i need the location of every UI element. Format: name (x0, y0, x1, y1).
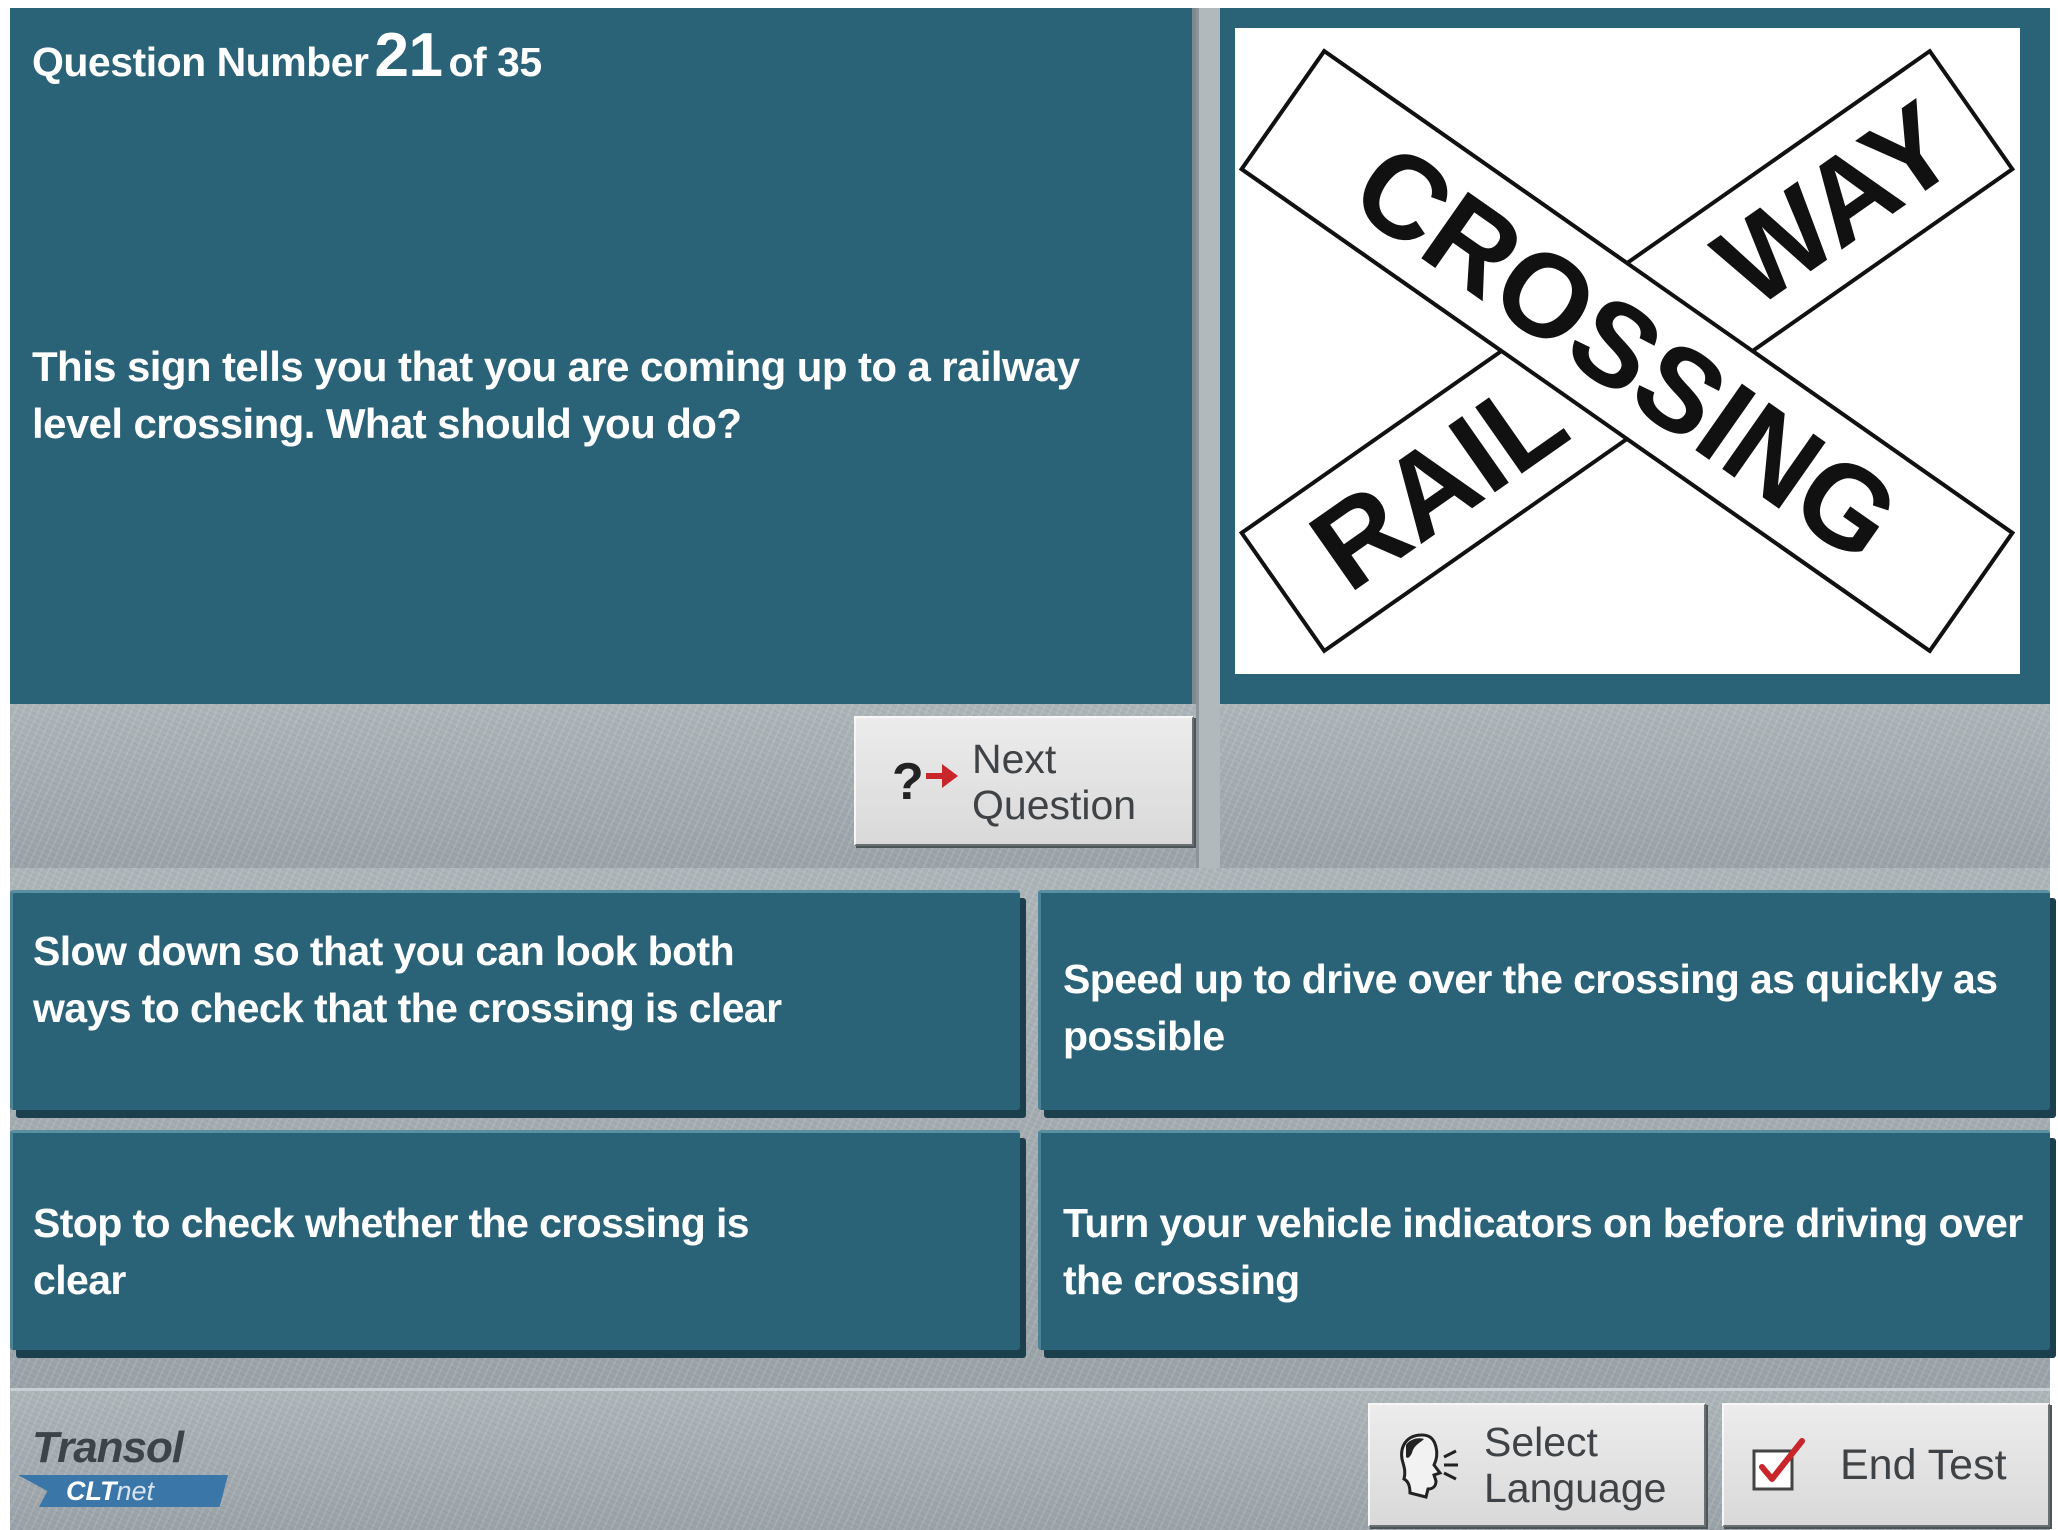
language-label-line2: Language (1484, 1465, 1667, 1511)
logo-sub-text: CLTnet (66, 1476, 154, 1507)
logo-main-text: Transol (32, 1423, 184, 1472)
answer-text: Turn your vehicle indicators on before d… (1063, 1200, 2023, 1303)
answer-grid: Slow down so that you can look both ways… (10, 868, 2050, 1388)
question-total: of 35 (448, 39, 542, 85)
select-language-label: Select Language (1484, 1419, 1666, 1511)
next-question-button[interactable]: ? Next Question (854, 716, 1194, 846)
question-mark-icon: ? (892, 753, 924, 811)
question-prefix: Question Number (32, 39, 369, 85)
select-language-button[interactable]: Select Language (1368, 1403, 1706, 1527)
answer-option-2[interactable]: Speed up to drive over the crossing as q… (1038, 890, 2050, 1110)
question-panel: Question Number21 of 35 This sign tells y… (10, 8, 1196, 704)
answer-text: Speed up to drive over the crossing as q… (1063, 956, 1998, 1059)
answer-option-3[interactable]: Stop to check whether the crossing is cl… (10, 1130, 1020, 1350)
footer-bar: Transol CLTnet Select Language End Test (10, 1388, 2050, 1530)
answer-option-4[interactable]: Turn your vehicle indicators on before d… (1038, 1130, 2050, 1350)
end-test-button[interactable]: End Test (1722, 1403, 2050, 1527)
next-label-line2: Question (972, 782, 1137, 828)
answer-text: Slow down so that you can look both ways… (33, 928, 782, 1031)
question-number: 21 (374, 21, 443, 90)
end-test-label: End Test (1840, 1441, 2007, 1489)
next-question-label: Next Question (972, 736, 1136, 828)
checkbox-check-icon (1752, 1438, 1805, 1491)
sign-image-panel: RAIL WAY CROSSING (1220, 8, 2050, 704)
speaking-head-icon (1400, 1433, 1458, 1499)
language-label-line1: Select (1484, 1419, 1598, 1465)
test-window: Question Number21 of 35 This sign tells y… (10, 8, 2050, 1530)
transol-logo: Transol CLTnet (18, 1423, 248, 1513)
logo-sub-net: net (116, 1476, 155, 1506)
panel-divider (1196, 8, 1220, 868)
railway-crossing-sign-image: RAIL WAY CROSSING (1235, 28, 2020, 674)
next-label-line1: Next (972, 736, 1057, 782)
answer-text: Stop to check whether the crossing is cl… (33, 1200, 750, 1303)
question-text: This sign tells you that you are coming … (32, 343, 1080, 447)
answer-option-1[interactable]: Slow down so that you can look both ways… (10, 890, 1020, 1110)
red-arrow-icon (926, 764, 958, 788)
logo-sub-clt: CLT (66, 1476, 117, 1506)
question-counter: Question Number21 of 35 (32, 20, 542, 91)
railway-crossing-sign-icon: RAIL WAY CROSSING (1238, 48, 2016, 654)
toolbar-strip-right (1220, 704, 2050, 868)
